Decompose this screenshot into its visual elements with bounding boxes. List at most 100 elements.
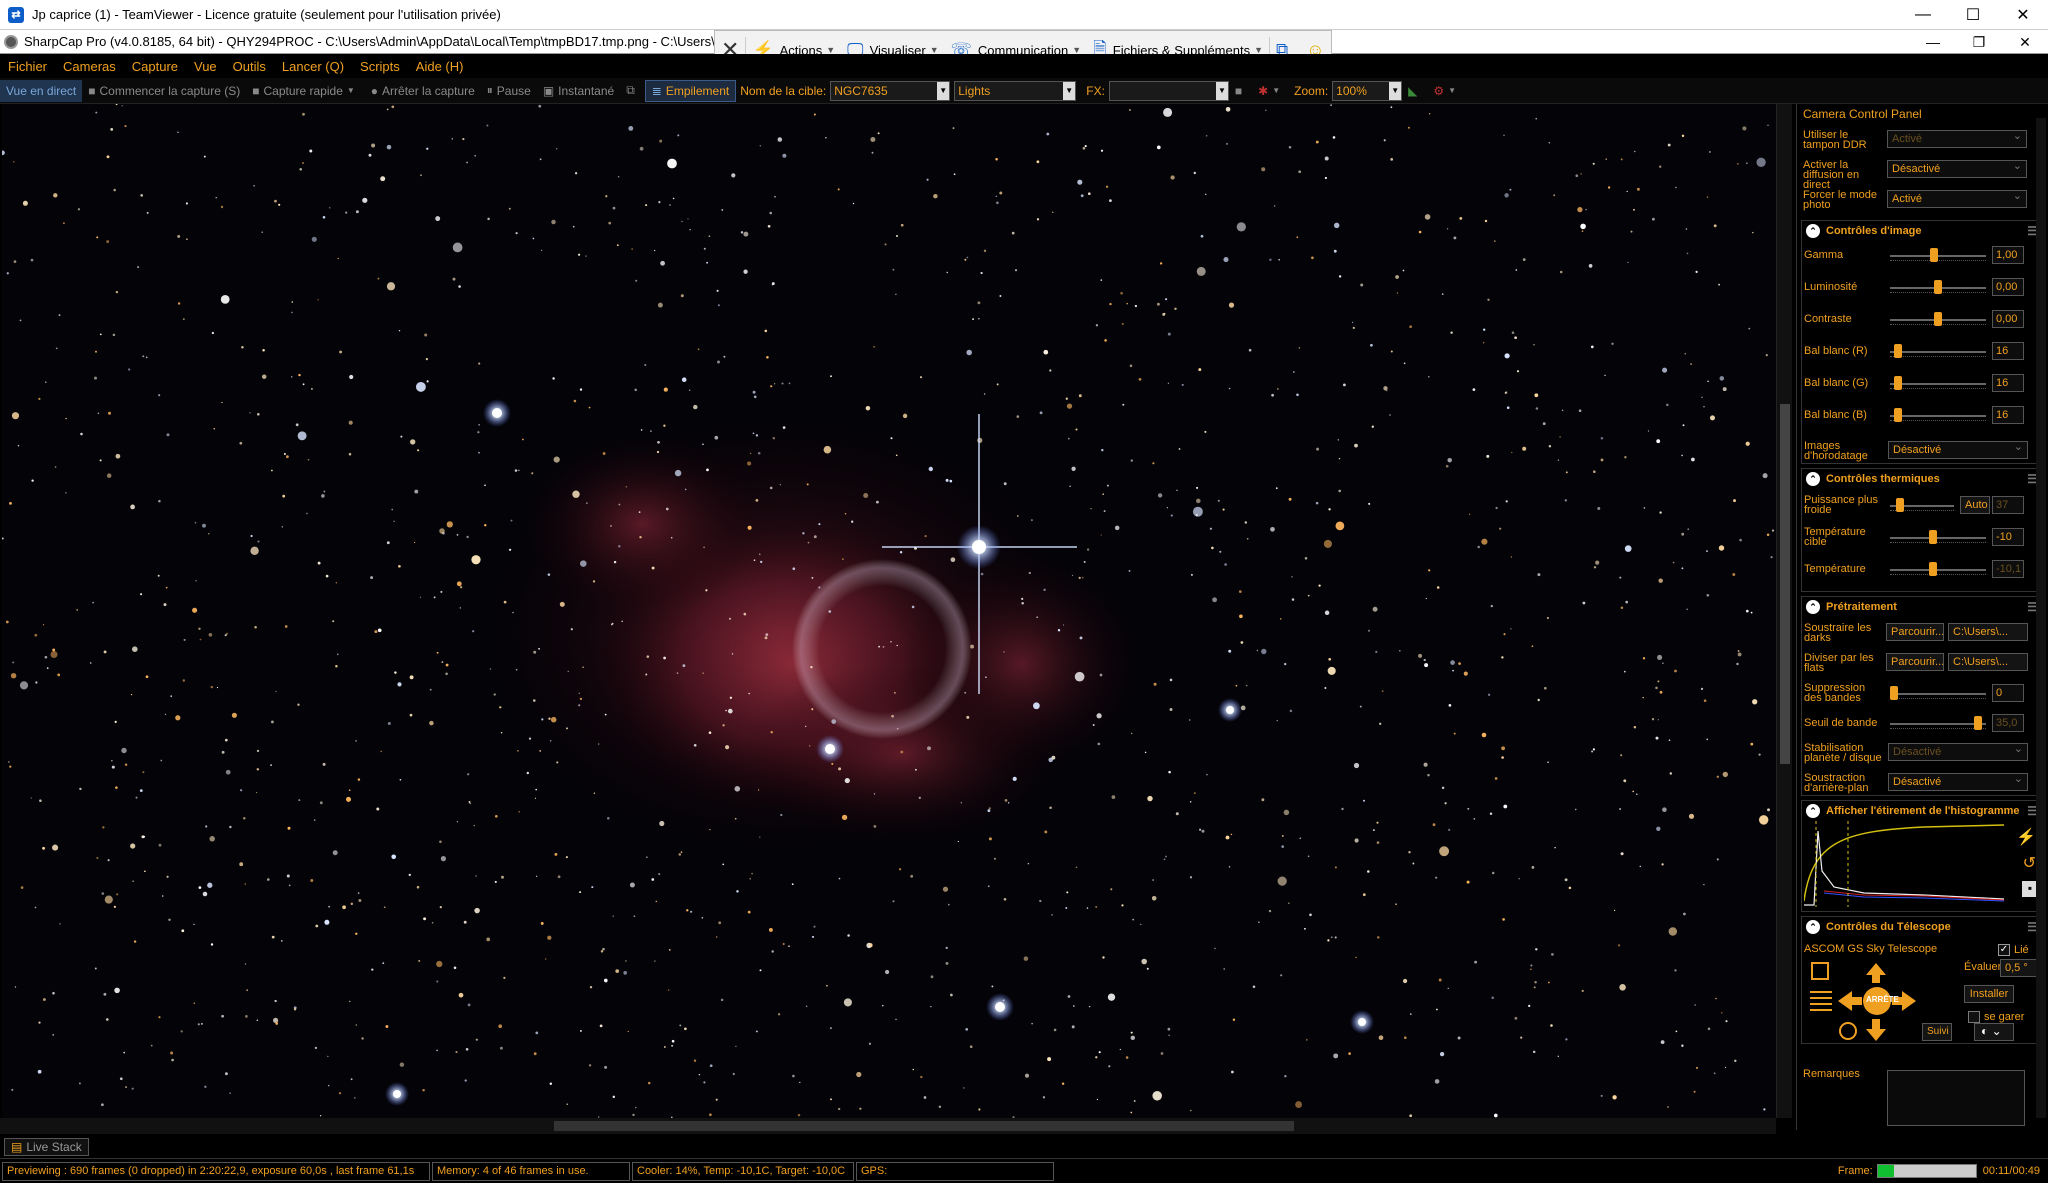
star xyxy=(1473,818,1476,820)
star xyxy=(315,924,319,928)
restore-icon[interactable]: ❐ xyxy=(1956,30,2002,54)
preprocessing-header[interactable]: ⌃ Prétraitement ☰ xyxy=(1802,597,2044,617)
image-control-value[interactable]: 16 xyxy=(1992,342,2024,360)
cooler-power-slider[interactable] xyxy=(1896,498,1904,512)
histogram-chart[interactable] xyxy=(1804,821,2004,907)
star xyxy=(1292,371,1295,373)
start-capture-button[interactable]: ■ Commencer la capture (S) xyxy=(82,80,246,102)
star xyxy=(703,546,705,549)
banding-value[interactable]: 0 xyxy=(1992,684,2024,702)
display-button[interactable]: ⧉ xyxy=(620,80,645,102)
reset-icon[interactable]: ↺ xyxy=(2023,853,2036,873)
park-checkbox[interactable] xyxy=(1968,1011,1980,1023)
image-control-value[interactable]: 0,00 xyxy=(1992,310,2024,328)
star xyxy=(1363,799,1365,802)
thermal-controls-header[interactable]: ⌃ Contrôles thermiques ☰ xyxy=(1802,469,2044,489)
tracking-rate-select[interactable]: ◐ ⌄ xyxy=(1974,1023,2014,1041)
settings-button[interactable]: ⚙ ▼ xyxy=(1427,80,1466,102)
stabilization-select[interactable]: Désactivé xyxy=(1888,742,2028,761)
image-control-slider[interactable] xyxy=(1894,376,1903,390)
vertical-scrollbar[interactable] xyxy=(1776,104,1792,1118)
star xyxy=(1685,228,1688,230)
banding-slider[interactable] xyxy=(1890,686,1898,700)
menu-fichier[interactable]: Fichier xyxy=(0,59,55,74)
image-controls-header[interactable]: ⌃ Contrôles d'image ☰ xyxy=(1802,221,2044,241)
image-control-slider[interactable] xyxy=(1894,344,1903,358)
cooler-power-value[interactable]: 37 xyxy=(1992,496,2024,514)
notes-textarea[interactable] xyxy=(1887,1070,2025,1126)
panel-scrollbar[interactable] xyxy=(2036,118,2046,1118)
photo-mode-select[interactable]: Activé xyxy=(1887,189,2027,208)
image-control-value[interactable]: 16 xyxy=(1992,406,2024,424)
ddr-buffer-select[interactable]: Activé xyxy=(1887,129,2027,148)
star xyxy=(602,452,606,455)
pause-button[interactable]: ⏸ Pause xyxy=(481,80,537,102)
histogram-button[interactable]: ◣ xyxy=(1402,80,1427,102)
darks-path-select[interactable]: C:\Users\... xyxy=(1948,623,2028,641)
star xyxy=(945,961,949,965)
star xyxy=(1077,179,1083,185)
live-stream-select[interactable]: Désactivé xyxy=(1887,159,2027,178)
image-control-slider[interactable] xyxy=(1929,248,1938,262)
menu-lancer[interactable]: Lancer (Q) xyxy=(274,59,352,74)
flats-browse-button[interactable]: Parcourir... xyxy=(1886,653,1944,671)
threshold-value[interactable]: 35,0 xyxy=(1992,714,2024,732)
minimize-icon[interactable]: — xyxy=(1910,30,1956,54)
star xyxy=(759,553,761,555)
star xyxy=(1353,762,1360,769)
star xyxy=(198,627,201,630)
horizontal-scrollbar[interactable] xyxy=(0,1118,1776,1134)
track-button[interactable]: Suivi xyxy=(1922,1023,1952,1041)
star xyxy=(870,137,876,142)
stop-capture-button[interactable]: ● Arrêter la capture xyxy=(365,80,481,102)
histogram-header[interactable]: ⌃ Afficher l'étirement de l'histogramme ☰ xyxy=(1802,801,2044,821)
timestamp-select[interactable]: Désactivé xyxy=(1888,440,2028,459)
cooler-auto-button[interactable]: Auto xyxy=(1960,496,1990,514)
minimize-icon[interactable]: — xyxy=(1898,0,1948,30)
snapshot-button[interactable]: ▣ Instantané xyxy=(537,80,620,102)
fx-select[interactable]: ▼ xyxy=(1108,80,1229,101)
live-view-button[interactable]: Vue en direct xyxy=(0,79,83,102)
threshold-slider[interactable] xyxy=(1974,716,1982,730)
menu-capture[interactable]: Capture xyxy=(124,59,186,74)
maximize-icon[interactable]: ☐ xyxy=(1948,0,1998,30)
image-control-value[interactable]: 16 xyxy=(1992,374,2024,392)
menu-vue[interactable]: Vue xyxy=(186,59,225,74)
frame-type-select[interactable]: Lights ▼ xyxy=(954,80,1077,101)
target-temp-slider[interactable] xyxy=(1929,530,1937,544)
star xyxy=(186,238,188,241)
image-control-value[interactable]: 0,00 xyxy=(1992,278,2024,296)
star xyxy=(709,829,711,831)
tab-live-stack[interactable]: ▤ Live Stack xyxy=(4,1138,89,1156)
image-control-slider[interactable] xyxy=(1934,312,1942,326)
setup-button[interactable]: Installer xyxy=(1964,985,2014,1003)
menu-scripts[interactable]: Scripts xyxy=(352,59,408,74)
image-viewer[interactable] xyxy=(2,104,1776,1118)
live-stack-button[interactable]: ≣ Empilement xyxy=(644,79,737,102)
menu-aide[interactable]: Aide (H) xyxy=(408,59,472,74)
star xyxy=(261,374,267,379)
flats-path-select[interactable]: C:\Users\... xyxy=(1948,653,2028,671)
menu-cameras[interactable]: Cameras xyxy=(55,59,124,74)
star xyxy=(317,299,319,301)
darks-browse-button[interactable]: Parcourir... xyxy=(1886,623,1944,641)
telescope-header[interactable]: ⌃ Contrôles du Télescope ☰ xyxy=(1802,917,2044,937)
image-control-slider[interactable] xyxy=(1934,280,1942,294)
star xyxy=(1235,684,1238,687)
reticle-button[interactable]: ✱ ▼ xyxy=(1252,80,1290,102)
image-control-slider[interactable] xyxy=(1894,408,1903,422)
close-icon[interactable]: ✕ xyxy=(2002,30,2048,54)
linked-checkbox[interactable]: ✓ xyxy=(1998,944,2010,956)
menu-outils[interactable]: Outils xyxy=(225,59,274,74)
stop-telescope-button[interactable]: ARRÊTE xyxy=(1866,995,1899,1004)
target-name-input[interactable]: NGC7635 ▼ xyxy=(830,80,951,101)
target-temp-value[interactable]: -10 xyxy=(1992,528,2024,546)
close-icon[interactable]: ✕ xyxy=(1998,0,2048,30)
lightning-icon[interactable]: ⚡ xyxy=(2016,827,2036,847)
quick-capture-button[interactable]: ■ Capture rapide ▼ xyxy=(246,80,365,102)
background-select[interactable]: Désactivé xyxy=(1888,772,2028,791)
image-control-value[interactable]: 1,00 xyxy=(1992,246,2024,264)
star xyxy=(574,172,578,175)
zoom-select[interactable]: 100% ▼ xyxy=(1332,80,1403,101)
fx-apply-button[interactable]: ■ xyxy=(1229,80,1252,102)
